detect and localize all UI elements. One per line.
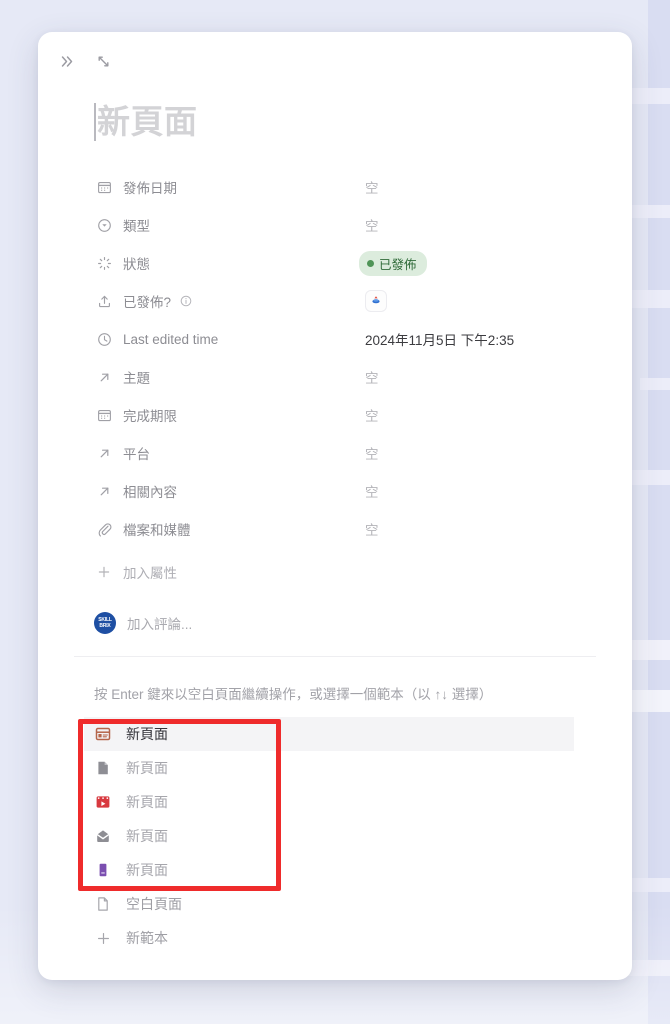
template-item-blank-page[interactable]: 空白頁面 [84, 887, 574, 921]
published-app-icon[interactable] [365, 290, 387, 312]
property-name: 檔案和媒體 [123, 523, 191, 538]
template-book-icon [94, 861, 112, 879]
status-sparkle-icon [94, 253, 114, 273]
property-row-related-content[interactable]: 相關內容 空 [94, 472, 632, 510]
property-name: 發佈日期 [123, 181, 177, 196]
page-title-area[interactable]: 新頁面 [38, 76, 632, 142]
property-value[interactable]: 空 [365, 215, 379, 235]
template-doc-icon [94, 759, 112, 777]
background-stripe [648, 0, 670, 1024]
expand-diagonal-icon[interactable] [92, 50, 114, 72]
property-value[interactable]: 空 [365, 481, 379, 501]
property-value[interactable]: 空 [365, 177, 379, 197]
property-row-publish-date[interactable]: 發佈日期 空 [94, 168, 632, 206]
status-badge[interactable]: 已發佈 [359, 250, 427, 276]
info-circle-icon[interactable] [179, 294, 193, 308]
property-row-files-media[interactable]: 檔案和媒體 空 [94, 510, 632, 548]
template-item-label: 新頁面 [126, 828, 168, 844]
divider [74, 656, 596, 657]
template-item[interactable]: 新頁面 [84, 819, 574, 853]
comment-input-placeholder[interactable]: 加入評論... [127, 613, 192, 633]
background-band [628, 205, 670, 218]
template-item[interactable]: 新頁面 [84, 785, 574, 819]
plus-icon [94, 929, 112, 947]
property-name: 已發佈? [123, 295, 172, 310]
template-item-label: 新頁面 [126, 760, 168, 776]
background-band [630, 878, 670, 892]
template-card-icon [94, 725, 112, 743]
add-property-button[interactable]: 加入屬性 [94, 552, 632, 592]
template-video-icon [94, 793, 112, 811]
paperclip-icon [94, 519, 114, 539]
avatar: SKILL BRIX [94, 612, 116, 634]
property-name: 狀態 [123, 257, 150, 272]
new-template-button[interactable]: 新範本 [84, 921, 574, 955]
blank-page-icon [94, 895, 112, 913]
text-caret [94, 103, 96, 141]
relation-arrow-icon [94, 481, 114, 501]
property-row-platform[interactable]: 平台 空 [94, 434, 632, 472]
template-item-label: 新範本 [126, 930, 168, 946]
property-value: 2024年11月5日 下午2:35 [365, 333, 515, 348]
clock-icon [94, 329, 114, 349]
property-value[interactable]: 空 [365, 367, 379, 387]
relation-arrow-icon [94, 443, 114, 463]
property-row-is-published[interactable]: 已發佈? [94, 282, 632, 320]
property-value[interactable]: 空 [365, 519, 379, 539]
modal-toolbar [38, 32, 632, 76]
property-name: Last edited time [123, 331, 219, 347]
property-value[interactable]: 空 [365, 443, 379, 463]
property-name: 平台 [123, 447, 150, 462]
double-chevron-right-icon[interactable] [56, 50, 78, 72]
property-row-topic[interactable]: 主題 空 [94, 358, 632, 396]
property-name: 類型 [123, 219, 150, 234]
template-item[interactable]: 新頁面 [84, 751, 574, 785]
property-value[interactable]: 空 [365, 405, 379, 425]
property-row-status[interactable]: 狀態 已發佈 [94, 244, 632, 282]
status-badge-label: 已發佈 [379, 257, 417, 272]
template-envelope-icon [94, 827, 112, 845]
status-dot-icon [367, 259, 374, 267]
template-list: 新頁面 新頁面 新頁面 新頁面 新頁面 空白頁面 新範本 [38, 717, 632, 955]
property-list: 發佈日期 空 類型 空 狀態 已發佈 已發佈? Last edited time… [38, 168, 632, 592]
background-band [640, 378, 670, 390]
template-item[interactable]: 新頁面 [84, 717, 574, 751]
page-modal: 新頁面 發佈日期 空 類型 空 狀態 已發佈 已發佈? Last edited … [38, 32, 632, 980]
relation-arrow-icon [94, 367, 114, 387]
property-row-type[interactable]: 類型 空 [94, 206, 632, 244]
add-property-label: 加入屬性 [123, 566, 177, 581]
property-row-due-date[interactable]: 完成期限 空 [94, 396, 632, 434]
plus-icon [94, 562, 114, 582]
page-title[interactable]: 新頁面 [97, 102, 198, 142]
template-hint-text: 按 Enter 鍵來以空白頁面繼續操作，或選擇一個範本（以 ↑↓ 選擇） [94, 687, 493, 702]
property-name: 完成期限 [123, 409, 177, 424]
template-item-label: 新頁面 [126, 862, 168, 878]
template-item-label: 新頁面 [126, 726, 168, 742]
property-name: 相關內容 [123, 485, 177, 500]
select-circle-icon [94, 215, 114, 235]
calendar-icon [94, 405, 114, 425]
property-name: 主題 [123, 371, 150, 386]
template-item-label: 新頁面 [126, 794, 168, 810]
upload-icon [94, 291, 114, 311]
property-row-last-edited-time[interactable]: Last edited time 2024年11月5日 下午2:35 [94, 320, 632, 358]
calendar-icon [94, 177, 114, 197]
template-item[interactable]: 新頁面 [84, 853, 574, 887]
template-item-label: 空白頁面 [126, 896, 182, 912]
comment-composer[interactable]: SKILL BRIX 加入評論... [94, 606, 632, 640]
